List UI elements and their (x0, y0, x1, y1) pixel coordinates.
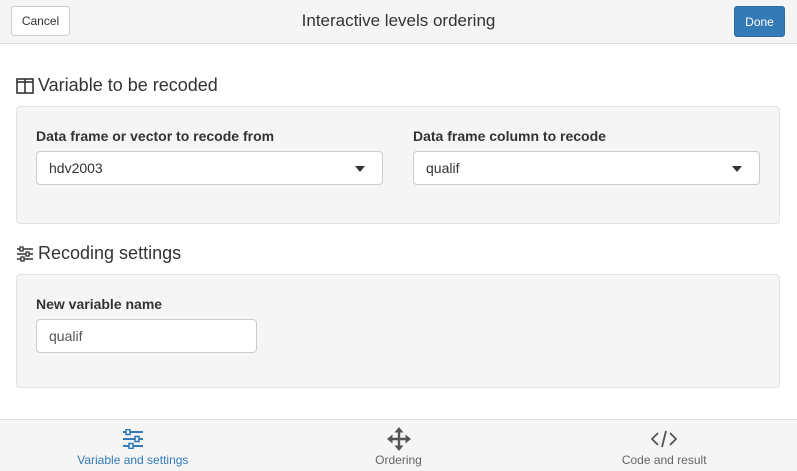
dataframe-select[interactable]: hdv2003 (36, 151, 383, 185)
tab-ordering[interactable]: Ordering (266, 420, 532, 471)
dataframe-select-value: hdv2003 (49, 160, 103, 176)
arrows-move-icon (386, 427, 411, 451)
newvar-label: New variable name (36, 296, 163, 312)
tab-variable-settings[interactable]: Variable and settings (0, 420, 266, 471)
tab-code-result[interactable]: Code and result (531, 420, 797, 471)
column-select-value: qualif (426, 160, 460, 176)
sliders-icon (122, 428, 144, 450)
tab-label: Ordering (375, 453, 422, 467)
section-heading-text: Variable to be recoded (38, 75, 218, 95)
chevron-down-icon (732, 166, 742, 172)
chevron-down-icon (355, 166, 365, 172)
newvar-input[interactable] (36, 319, 257, 353)
title-bar: Cancel Interactive levels ordering Done (0, 0, 797, 44)
tab-label: Variable and settings (77, 453, 189, 467)
tab-label: Code and result (621, 453, 707, 467)
code-icon (651, 428, 678, 450)
column-select[interactable]: qualif (413, 151, 760, 185)
dataframe-label: Data frame or vector to recode from (36, 128, 275, 144)
section-heading-variable: Variable to be recoded (16, 75, 218, 96)
bottom-tab-bar: Variable and settings Ordering Code and … (0, 419, 797, 471)
section-heading-text: Recoding settings (38, 243, 182, 263)
recoding-panel: New variable name (16, 274, 780, 388)
column-label: Data frame column to recode (413, 128, 606, 144)
done-button[interactable]: Done (734, 6, 785, 37)
page-title: Interactive levels ordering (301, 11, 496, 30)
variable-panel: Data frame or vector to recode from hdv2… (16, 106, 780, 224)
sliders-icon (16, 245, 34, 263)
columns-icon (16, 77, 34, 95)
section-heading-recoding: Recoding settings (16, 243, 181, 264)
